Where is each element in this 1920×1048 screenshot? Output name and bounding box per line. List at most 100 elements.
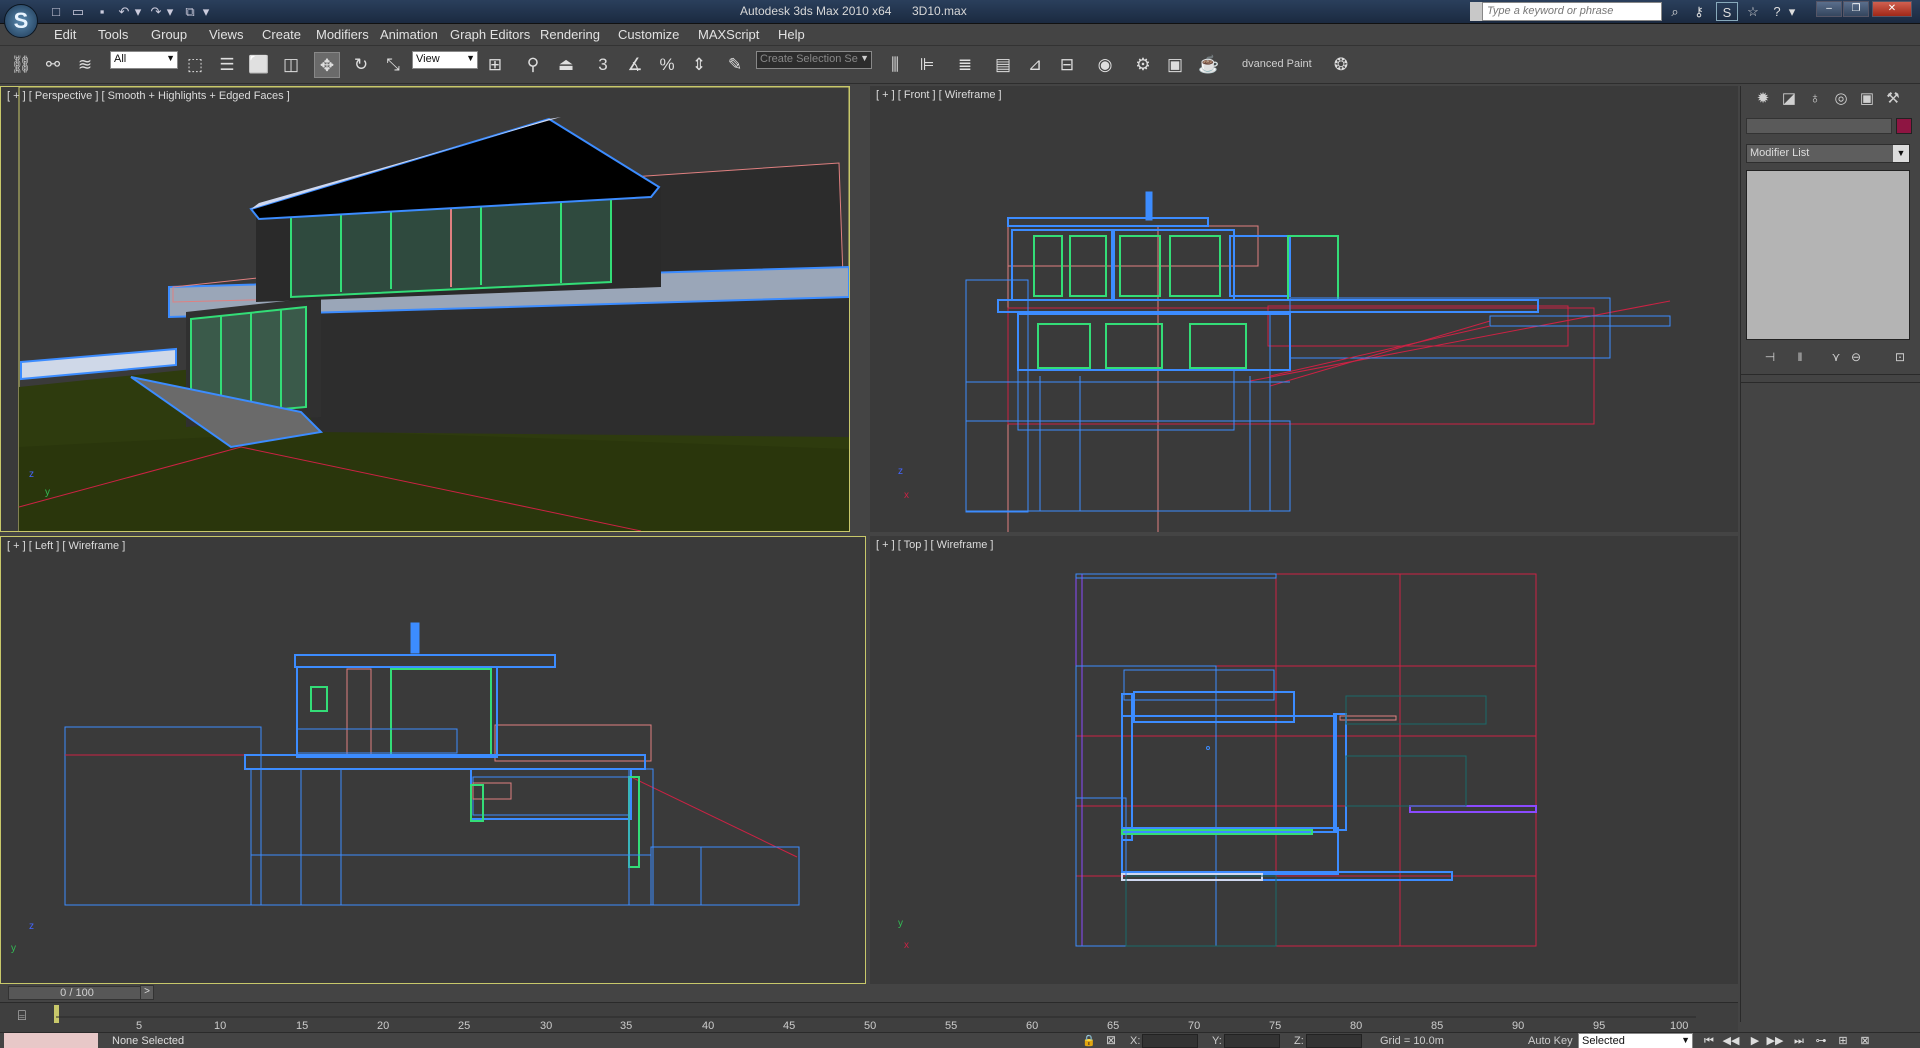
- snaps-toggle-icon[interactable]: 3: [590, 52, 616, 78]
- modifier-list-dropdown[interactable]: Modifier List ▼: [1746, 144, 1910, 163]
- search-input[interactable]: Type a keyword or phrase: [1482, 2, 1662, 21]
- edit-named-selections-icon[interactable]: ✎: [722, 52, 748, 78]
- advanced-paint-label[interactable]: dvanced Paint: [1242, 58, 1312, 70]
- viewport-front[interactable]: [ + ] [ Front ] [ Wireframe ] z x: [870, 86, 1738, 532]
- new-file-icon[interactable]: □: [46, 3, 66, 21]
- menu-animation[interactable]: Animation: [380, 27, 438, 42]
- selection-filter-dropdown[interactable]: All ▼: [110, 51, 178, 69]
- y-coord-field[interactable]: [1224, 1034, 1280, 1048]
- play-icon[interactable]: ▶: [1746, 1035, 1764, 1047]
- help-dropdown-icon[interactable]: ▾: [1786, 2, 1798, 21]
- menu-rendering[interactable]: Rendering: [540, 27, 600, 42]
- select-manipulate-icon[interactable]: ⚲: [520, 52, 546, 78]
- viewport-label-top[interactable]: [ + ] [ Top ] [ Wireframe ]: [876, 539, 993, 551]
- previous-frame-icon[interactable]: ◀◀: [1722, 1035, 1740, 1047]
- select-by-name-icon[interactable]: ☰: [214, 52, 240, 78]
- menu-customize[interactable]: Customize: [618, 27, 679, 42]
- schematic-view-icon[interactable]: ⊟: [1054, 52, 1080, 78]
- open-file-icon[interactable]: ▭: [68, 3, 88, 21]
- pin-stack-icon[interactable]: ⊣: [1759, 350, 1781, 368]
- maxscript-listener-mini[interactable]: [4, 1033, 98, 1048]
- select-and-link-icon[interactable]: ⛓: [8, 52, 34, 78]
- select-and-rotate-icon[interactable]: ↻: [348, 52, 374, 78]
- x-coord-field[interactable]: [1142, 1034, 1198, 1048]
- spinner-snap-icon[interactable]: ⇕: [686, 52, 712, 78]
- object-color-swatch[interactable]: [1896, 118, 1912, 134]
- viewport-top[interactable]: [ + ] [ Top ] [ Wireframe ] y x: [870, 536, 1738, 984]
- viewport-label-front[interactable]: [ + ] [ Front ] [ Wireframe ]: [876, 89, 1002, 101]
- menu-edit[interactable]: Edit: [54, 27, 76, 42]
- menu-maxscript[interactable]: MAXScript: [698, 27, 759, 42]
- z-coord-field[interactable]: [1306, 1034, 1362, 1048]
- viewport-perspective[interactable]: [ + ] [ Perspective ] [ Smooth + Highlig…: [0, 86, 850, 532]
- quick-access-dropdown-icon[interactable]: ▾: [200, 3, 212, 21]
- favorites-icon[interactable]: ☆: [1742, 2, 1764, 21]
- render-setup-icon[interactable]: ⚙: [1130, 52, 1156, 78]
- motion-tab-icon[interactable]: ◎: [1829, 88, 1853, 110]
- key-icon[interactable]: ⚷: [1688, 2, 1710, 21]
- utilities-tab-icon[interactable]: ⚒: [1881, 88, 1905, 110]
- make-unique-icon[interactable]: ⋎: [1825, 350, 1847, 368]
- curve-editor-icon[interactable]: ⊿: [1022, 52, 1048, 78]
- redo-dropdown-icon[interactable]: ▾: [164, 3, 176, 21]
- advanced-paint-icon[interactable]: ❂: [1328, 52, 1354, 78]
- key-filter-dropdown[interactable]: Selected ▼: [1578, 1033, 1693, 1048]
- minimize-button[interactable]: ‒: [1816, 1, 1842, 17]
- viewport-label-perspective[interactable]: [ + ] [ Perspective ] [ Smooth + Highlig…: [7, 90, 290, 102]
- undo-icon[interactable]: ↶: [114, 3, 134, 21]
- rendered-frame-window-icon[interactable]: ▣: [1162, 52, 1188, 78]
- go-to-end-icon[interactable]: ⏭: [1790, 1035, 1808, 1047]
- configure-modifier-sets-icon[interactable]: ⊡: [1889, 350, 1911, 368]
- viewport-left[interactable]: [ + ] [ Left ] [ Wireframe ] z y: [0, 536, 866, 984]
- viewport-label-left[interactable]: [ + ] [ Left ] [ Wireframe ]: [7, 540, 125, 552]
- search-expand-button[interactable]: [1470, 2, 1482, 21]
- next-frame-icon[interactable]: ▶▶: [1766, 1035, 1784, 1047]
- close-button[interactable]: ✕: [1872, 1, 1912, 17]
- menu-create[interactable]: Create: [262, 27, 301, 42]
- unlink-icon[interactable]: ⚯: [40, 52, 66, 78]
- select-object-icon[interactable]: ⬚: [182, 52, 208, 78]
- select-and-move-icon[interactable]: ✥: [314, 52, 340, 78]
- use-pivot-point-icon[interactable]: ⊞: [482, 52, 508, 78]
- save-icon[interactable]: ▪: [92, 3, 112, 21]
- select-and-scale-icon[interactable]: ⤡: [380, 52, 406, 78]
- mirror-icon[interactable]: ⫼: [882, 52, 908, 78]
- binoculars-icon[interactable]: ⌕: [1664, 2, 1686, 21]
- subscription-icon[interactable]: S: [1716, 2, 1738, 21]
- redo-icon[interactable]: ↷: [146, 3, 166, 21]
- menu-group[interactable]: Group: [151, 27, 187, 42]
- menu-modifiers[interactable]: Modifiers: [316, 27, 369, 42]
- menu-views[interactable]: Views: [209, 27, 243, 42]
- time-slider[interactable]: 0 / 100 >: [0, 985, 1738, 1002]
- hierarchy-tab-icon[interactable]: ♁: [1803, 88, 1827, 110]
- angle-snap-icon[interactable]: ∡: [622, 52, 648, 78]
- field-of-view-icon[interactable]: ⊠: [1856, 1035, 1874, 1047]
- track-bar[interactable]: ⌸ 5 10 15 20 25 30 35 40 45 50 55 60 65 …: [0, 1002, 1738, 1032]
- display-tab-icon[interactable]: ▣: [1855, 88, 1879, 110]
- keyboard-shortcut-override-icon[interactable]: ⏏: [553, 52, 579, 78]
- named-selection-dropdown[interactable]: Create Selection Se ▼: [756, 51, 872, 69]
- menu-graph-editors[interactable]: Graph Editors: [450, 27, 530, 42]
- graphite-ribbon-icon[interactable]: ▤: [990, 52, 1016, 78]
- object-name-field[interactable]: [1746, 118, 1892, 134]
- undo-dropdown-icon[interactable]: ▾: [132, 3, 144, 21]
- remove-modifier-icon[interactable]: ⊖: [1845, 350, 1867, 368]
- go-to-start-icon[interactable]: ⏮: [1700, 1035, 1718, 1047]
- menu-help[interactable]: Help: [778, 27, 805, 42]
- modify-tab-icon[interactable]: ◪: [1777, 88, 1801, 110]
- create-tab-icon[interactable]: ✹: [1751, 88, 1775, 110]
- percent-snap-icon[interactable]: %: [654, 52, 680, 78]
- window-crossing-icon[interactable]: ◫: [278, 52, 304, 78]
- mini-curve-editor-icon[interactable]: ⌸: [8, 1007, 36, 1027]
- app-logo-button[interactable]: S: [4, 4, 38, 38]
- align-icon[interactable]: ⊫: [914, 52, 940, 78]
- time-slider-frame[interactable]: 0 / 100: [8, 986, 146, 1000]
- zoom-extents-icon[interactable]: ⊞: [1834, 1035, 1852, 1047]
- next-frame-button[interactable]: >: [140, 985, 154, 1000]
- restore-button[interactable]: ❐: [1843, 1, 1869, 17]
- material-editor-icon[interactable]: ◉: [1092, 52, 1118, 78]
- layer-manager-icon[interactable]: ≣: [952, 52, 978, 78]
- modifier-stack[interactable]: [1746, 170, 1910, 340]
- help-icon[interactable]: ?: [1766, 2, 1788, 21]
- render-production-icon[interactable]: ☕: [1196, 52, 1222, 78]
